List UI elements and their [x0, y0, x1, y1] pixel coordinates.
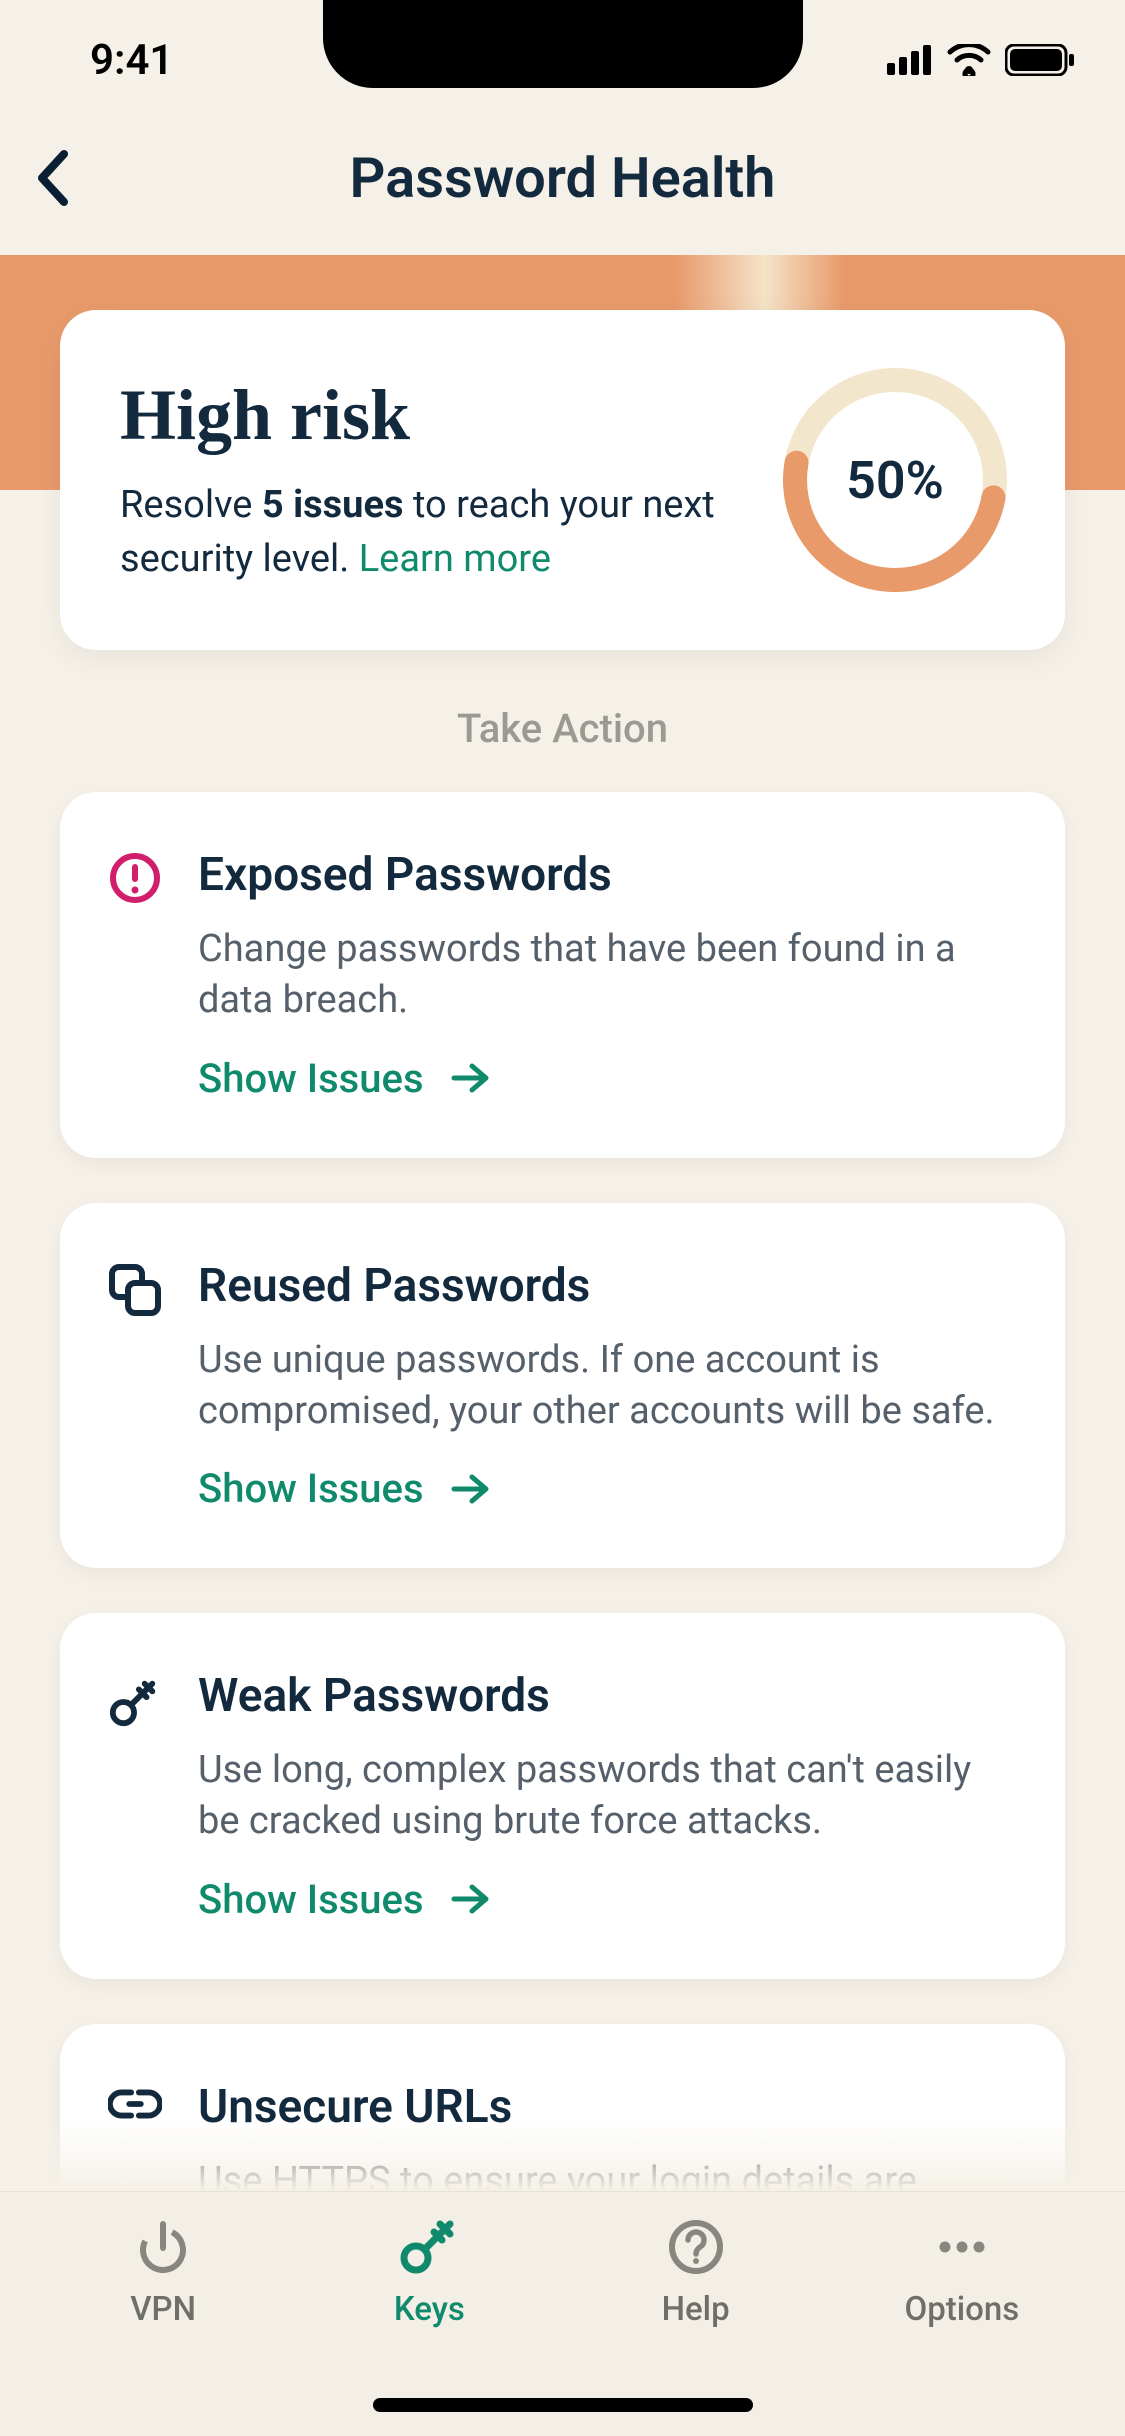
security-gauge: 50% — [780, 365, 1010, 595]
show-issues-link[interactable]: Show Issues — [198, 1465, 490, 1512]
power-icon — [134, 2218, 192, 2276]
action-title: Reused Passwords — [198, 1259, 1017, 1313]
arrow-right-icon — [450, 1473, 490, 1505]
action-desc: Change passwords that have been found in… — [198, 924, 1017, 1027]
tab-vpn[interactable]: VPN — [63, 2218, 263, 2436]
risk-level-title: High risk — [120, 374, 750, 457]
back-button[interactable] — [22, 148, 82, 208]
status-indicators — [887, 44, 1075, 76]
issues-count: 5 issues — [262, 483, 404, 527]
action-title: Weak Passwords — [198, 1669, 1017, 1723]
action-desc: Use long, complex passwords that can't e… — [198, 1745, 1017, 1848]
tab-label: Help — [662, 2290, 730, 2329]
action-title: Exposed Passwords — [198, 848, 1017, 902]
wifi-icon — [947, 44, 991, 76]
key-icon — [108, 1669, 162, 1923]
nav-header: Password Health — [0, 100, 1125, 255]
action-card-weak: Weak Passwords Use long, complex passwor… — [60, 1613, 1065, 1979]
cellular-icon — [887, 45, 933, 75]
status-time: 9:41 — [90, 36, 173, 85]
copy-icon — [108, 1259, 162, 1513]
learn-more-link[interactable]: Learn more — [359, 537, 551, 581]
risk-summary-card: High risk Resolve 5 issues to reach your… — [60, 310, 1065, 650]
home-indicator[interactable] — [373, 2398, 753, 2412]
action-desc: Use unique passwords. If one account is … — [198, 1335, 1017, 1438]
alert-circle-icon — [108, 848, 162, 1102]
tab-label: Keys — [394, 2290, 465, 2329]
tab-options[interactable]: Options — [862, 2218, 1062, 2436]
tab-label: Options — [904, 2290, 1019, 2329]
action-title: Unsecure URLs — [198, 2080, 1017, 2134]
key-tab-icon — [398, 2218, 460, 2276]
take-action-label: Take Action — [60, 705, 1065, 752]
action-card-reused: Reused Passwords Use unique passwords. I… — [60, 1203, 1065, 1569]
action-card-exposed: Exposed Passwords Change passwords that … — [60, 792, 1065, 1158]
gauge-percent: 50% — [780, 365, 1010, 595]
arrow-right-icon — [450, 1883, 490, 1915]
battery-icon — [1005, 44, 1075, 76]
page-title: Password Health — [350, 145, 776, 211]
show-issues-link[interactable]: Show Issues — [198, 1055, 490, 1102]
risk-description: Resolve 5 issues to reach your next secu… — [120, 479, 750, 585]
show-issues-link[interactable]: Show Issues — [198, 1876, 490, 1923]
arrow-right-icon — [450, 1062, 490, 1094]
chevron-left-icon — [34, 150, 70, 206]
help-icon — [667, 2218, 725, 2276]
more-icon — [931, 2218, 993, 2276]
tab-label: VPN — [130, 2290, 196, 2329]
